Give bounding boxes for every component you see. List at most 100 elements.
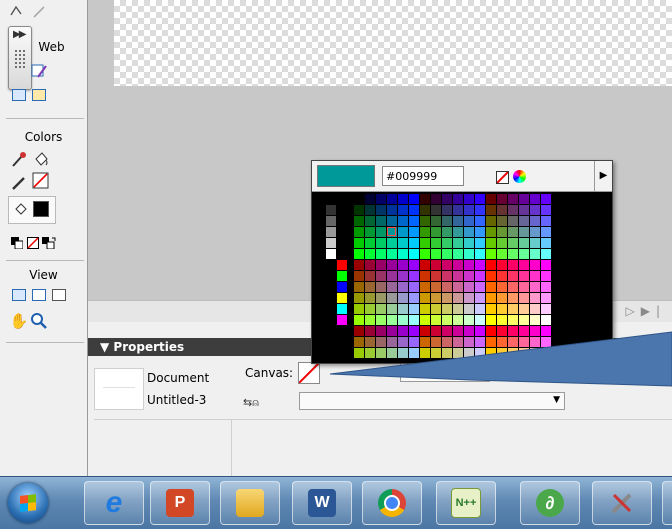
fill-color-swatch[interactable] bbox=[32, 200, 50, 218]
swatch-color[interactable] bbox=[376, 326, 386, 336]
swatch-color[interactable] bbox=[420, 282, 430, 292]
swatch-color[interactable] bbox=[420, 304, 430, 314]
swatch-color[interactable] bbox=[354, 205, 364, 215]
swatch-color[interactable] bbox=[387, 271, 397, 281]
stroke-pencil-icon[interactable] bbox=[10, 174, 28, 192]
swatch-color[interactable] bbox=[442, 238, 452, 248]
swatch-gray[interactable] bbox=[326, 271, 336, 281]
swatch-color[interactable] bbox=[508, 238, 518, 248]
swatch-primary[interactable] bbox=[337, 348, 347, 358]
taskbar-word[interactable]: W bbox=[292, 481, 352, 525]
swatch-color[interactable] bbox=[354, 227, 364, 237]
swatch-color[interactable] bbox=[376, 238, 386, 248]
swatch-color[interactable] bbox=[398, 293, 408, 303]
swatch-color[interactable] bbox=[365, 249, 375, 259]
swatch-color[interactable] bbox=[486, 315, 496, 325]
swatch-color[interactable] bbox=[420, 337, 430, 347]
canvas-color-swatch[interactable] bbox=[298, 362, 320, 384]
properties-dropdown[interactable]: ▼ bbox=[299, 392, 565, 410]
play-icon[interactable]: ▷ bbox=[625, 304, 640, 318]
fullscreen-menus-mode-icon[interactable] bbox=[30, 286, 48, 304]
swatch-color[interactable] bbox=[420, 194, 430, 204]
swatch-color[interactable] bbox=[409, 337, 419, 347]
swatch-color[interactable] bbox=[453, 271, 463, 281]
taskbar-powerpoint[interactable]: P bbox=[150, 481, 210, 525]
swatch-color[interactable] bbox=[387, 238, 397, 248]
swatch-color[interactable] bbox=[354, 337, 364, 347]
swatch-color[interactable] bbox=[508, 271, 518, 281]
swatch-color[interactable] bbox=[475, 260, 485, 270]
image-size-field[interactable] bbox=[596, 362, 672, 382]
swatch-color[interactable] bbox=[398, 205, 408, 215]
swatch-color[interactable] bbox=[475, 304, 485, 314]
swatch-color[interactable] bbox=[431, 271, 441, 281]
swatch-color[interactable] bbox=[442, 282, 452, 292]
swatch-color[interactable] bbox=[530, 216, 540, 226]
swatch-color[interactable] bbox=[442, 348, 452, 358]
swatch-color[interactable] bbox=[497, 304, 507, 314]
swatch-color[interactable] bbox=[398, 326, 408, 336]
swatch-color[interactable] bbox=[508, 205, 518, 215]
taskbar-ie[interactable]: e bbox=[84, 481, 144, 525]
swatch-color[interactable] bbox=[497, 348, 507, 358]
swatch-color[interactable] bbox=[431, 260, 441, 270]
swatch-color[interactable] bbox=[541, 293, 551, 303]
swatch-color[interactable] bbox=[519, 238, 529, 248]
swatch-primary[interactable] bbox=[337, 337, 347, 347]
swatch-color[interactable] bbox=[442, 271, 452, 281]
swatch-color[interactable] bbox=[464, 315, 474, 325]
swatch-color[interactable] bbox=[420, 249, 430, 259]
swatch-color[interactable] bbox=[398, 315, 408, 325]
swatch-color[interactable] bbox=[497, 337, 507, 347]
swatch-color[interactable] bbox=[376, 227, 386, 237]
swatch-color[interactable] bbox=[464, 238, 474, 248]
swatch-color[interactable] bbox=[519, 205, 529, 215]
swatch-color[interactable] bbox=[420, 216, 430, 226]
swatch-color[interactable] bbox=[376, 293, 386, 303]
swatch-color[interactable] bbox=[508, 282, 518, 292]
swatch-color[interactable] bbox=[409, 238, 419, 248]
slice-tool-icon[interactable] bbox=[30, 62, 48, 80]
swatch-color[interactable] bbox=[354, 326, 364, 336]
swatch-color[interactable] bbox=[530, 315, 540, 325]
swatch-color[interactable] bbox=[442, 205, 452, 215]
swatch-color[interactable] bbox=[464, 337, 474, 347]
swatch-color[interactable] bbox=[519, 271, 529, 281]
swatch-primary[interactable] bbox=[337, 282, 347, 292]
start-button[interactable] bbox=[8, 483, 48, 523]
swatch-color[interactable] bbox=[365, 216, 375, 226]
swatch-color[interactable] bbox=[497, 249, 507, 259]
swatch-color[interactable] bbox=[530, 238, 540, 248]
link-snap-icon[interactable]: ⇆⍝ bbox=[243, 396, 259, 410]
swatch-color[interactable] bbox=[541, 249, 551, 259]
swatch-color[interactable] bbox=[409, 205, 419, 215]
swatch-color[interactable] bbox=[409, 304, 419, 314]
swatch-color[interactable] bbox=[387, 348, 397, 358]
swatch-color[interactable] bbox=[365, 315, 375, 325]
swatch-color[interactable] bbox=[354, 315, 364, 325]
swatch-color[interactable] bbox=[475, 216, 485, 226]
swatch-color[interactable] bbox=[365, 293, 375, 303]
swatch-primary[interactable] bbox=[337, 304, 347, 314]
swatch-primary[interactable] bbox=[337, 249, 347, 259]
swatch-color[interactable] bbox=[464, 205, 474, 215]
swatch-primary[interactable] bbox=[337, 216, 347, 226]
swatch-color[interactable] bbox=[530, 348, 540, 358]
swatch-color[interactable] bbox=[475, 238, 485, 248]
swatch-color[interactable] bbox=[475, 227, 485, 237]
swatch-color[interactable] bbox=[464, 216, 474, 226]
swatch-color[interactable] bbox=[519, 216, 529, 226]
swatch-color[interactable] bbox=[508, 293, 518, 303]
swatch-gray[interactable] bbox=[326, 315, 336, 325]
swatch-color[interactable] bbox=[497, 260, 507, 270]
swatch-color[interactable] bbox=[354, 304, 364, 314]
swatch-color[interactable] bbox=[486, 271, 496, 281]
swatch-color[interactable] bbox=[475, 326, 485, 336]
swatch-gray[interactable] bbox=[326, 216, 336, 226]
swatch-color[interactable] bbox=[409, 249, 419, 259]
swatch-color[interactable] bbox=[530, 304, 540, 314]
swatch-color[interactable] bbox=[464, 304, 474, 314]
swatch-color[interactable] bbox=[530, 260, 540, 270]
swatch-color[interactable] bbox=[541, 227, 551, 237]
swatch-primary[interactable] bbox=[337, 271, 347, 281]
